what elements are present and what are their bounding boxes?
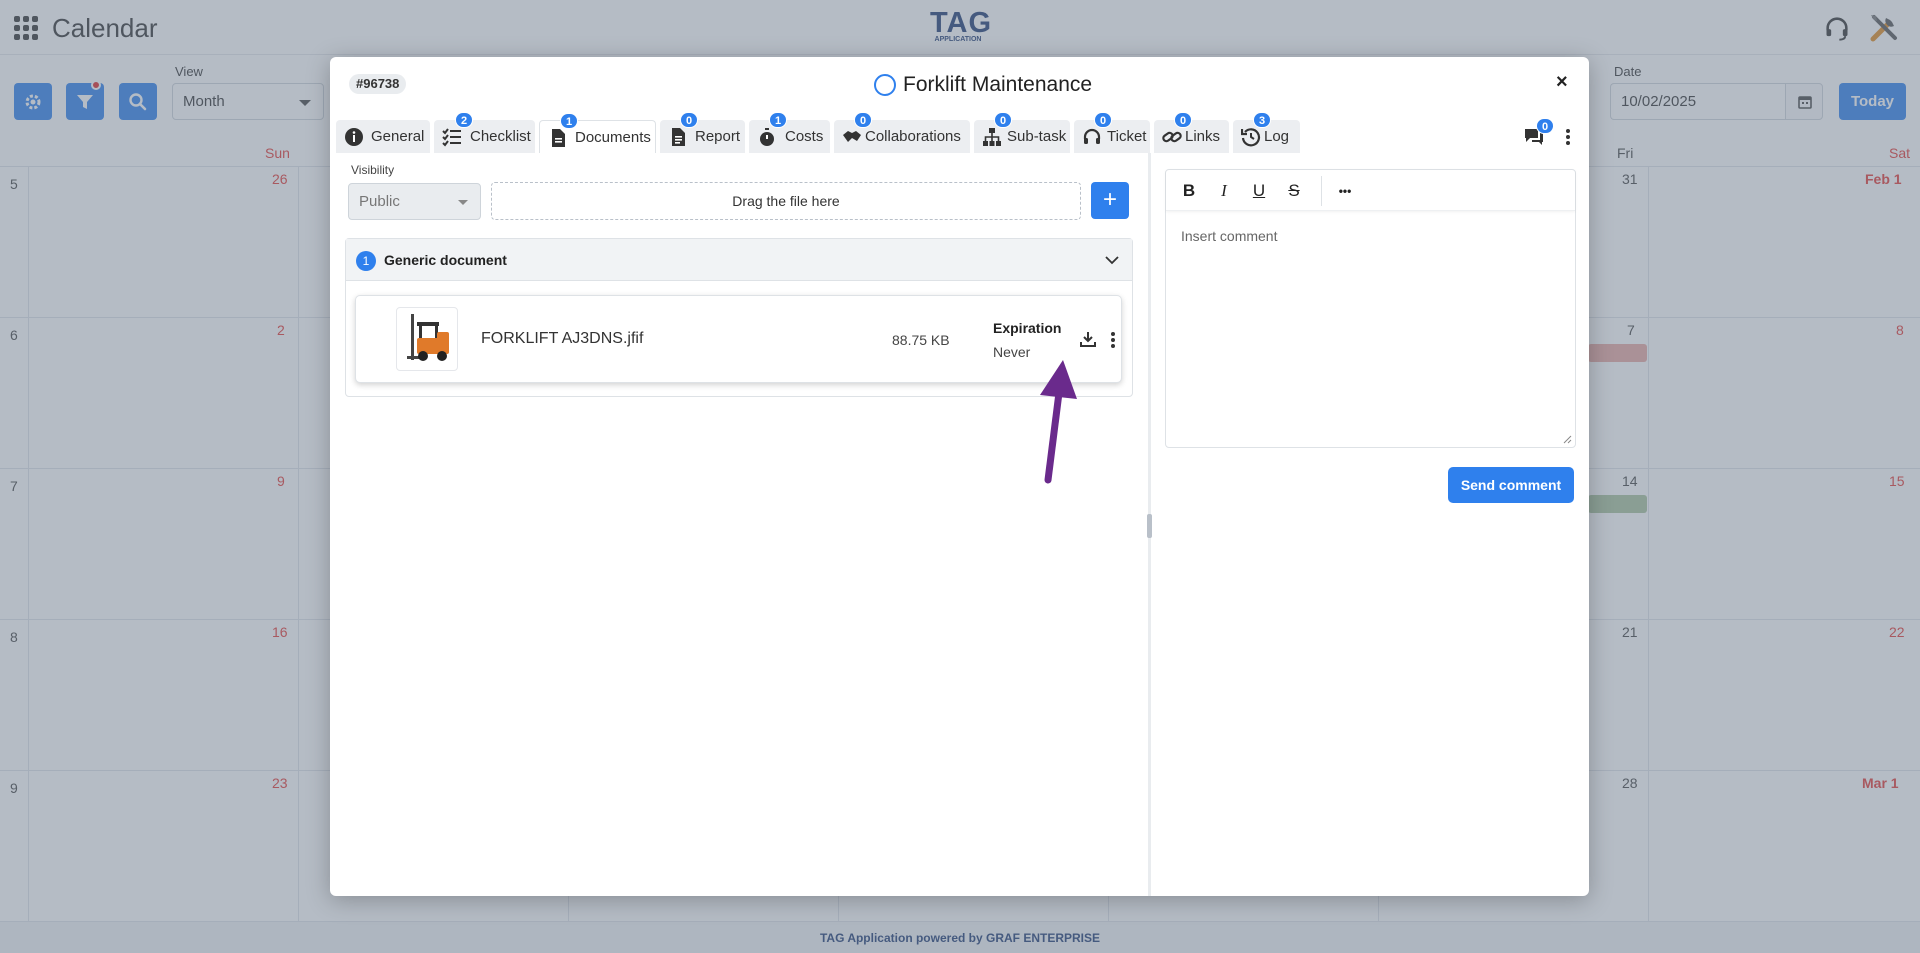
file-more-options-icon[interactable] — [1111, 332, 1115, 348]
expiration-value: Never — [993, 344, 1031, 360]
checklist-icon — [442, 128, 461, 147]
modal-more-options-icon[interactable] — [1566, 129, 1570, 145]
tab-label: Documents — [575, 129, 651, 146]
tab-general[interactable]: General — [336, 120, 430, 153]
send-comment-button[interactable]: Send comment — [1448, 467, 1574, 503]
italic-button[interactable]: I — [1213, 180, 1235, 202]
handshake-icon — [843, 131, 861, 142]
tab-label: Report — [695, 128, 741, 145]
tab-label: Checklist — [470, 128, 531, 145]
comments-count-badge: 0 — [1536, 118, 1554, 134]
close-button[interactable]: × — [1556, 71, 1568, 94]
tab-badge: 1 — [769, 112, 787, 128]
expiration-label: Expiration — [993, 320, 1062, 336]
document-group-header[interactable]: 1 Generic document — [346, 239, 1132, 281]
file-size: 88.75 KB — [892, 332, 950, 348]
history-icon — [1241, 128, 1261, 147]
tab-badge: 1 — [560, 113, 578, 129]
strikethrough-button[interactable]: S — [1283, 180, 1305, 202]
resize-grip-icon[interactable] — [1563, 435, 1572, 444]
group-title: Generic document — [384, 252, 507, 268]
tab-label: Sub-task — [1007, 128, 1067, 145]
ticket-id-badge: #96738 — [349, 74, 407, 94]
tab-links[interactable]: 0 Links — [1154, 112, 1229, 153]
tab-label: Costs — [785, 128, 824, 145]
pane-resize-handle[interactable] — [1147, 514, 1152, 538]
group-count-badge: 1 — [356, 251, 376, 271]
tab-label: Collaborations — [865, 128, 961, 145]
file-name[interactable]: FORKLIFT AJ3DNS.jfif — [481, 330, 643, 348]
file-dropzone[interactable]: Drag the file here — [491, 182, 1081, 220]
tab-log[interactable]: 3 Log — [1233, 112, 1300, 153]
tab-badge: 0 — [854, 112, 872, 128]
modal-title: Forklift Maintenance — [903, 73, 1093, 96]
tab-badge: 0 — [1174, 112, 1192, 128]
file-card: FORKLIFT AJ3DNS.jfif 88.75 KB Expiration… — [355, 295, 1122, 383]
add-document-button[interactable]: + — [1091, 182, 1129, 219]
tab-checklist[interactable]: 2 Checklist — [434, 112, 535, 153]
tab-label: Links — [1185, 128, 1221, 145]
visibility-select[interactable]: Public — [348, 183, 481, 220]
tab-documents[interactable]: 1 Documents — [539, 113, 656, 153]
tab-badge: 0 — [680, 112, 698, 128]
more-formatting-button[interactable]: ••• — [1330, 180, 1360, 202]
sitemap-icon — [983, 128, 1001, 146]
caret-down-icon — [458, 200, 468, 205]
stopwatch-icon — [760, 128, 774, 146]
editor-toolbar: B I U S ••• — [1166, 170, 1575, 211]
headset-icon — [1083, 128, 1101, 144]
tab-label: Log — [1264, 128, 1290, 145]
tab-costs[interactable]: 1 Costs — [749, 112, 830, 153]
chevron-down-icon[interactable] — [1105, 253, 1119, 267]
bold-button[interactable]: B — [1178, 180, 1200, 202]
task-modal: #96738 Forklift Maintenance × General 2 … — [330, 57, 1589, 896]
tab-badge: 2 — [455, 112, 473, 128]
comment-input[interactable]: Insert comment — [1181, 228, 1277, 244]
tab-collaborations[interactable]: 0 Collaborations — [834, 112, 970, 153]
tab-badge: 3 — [1253, 112, 1271, 128]
tab-label: Ticket — [1107, 128, 1147, 145]
tab-badge: 0 — [994, 112, 1012, 128]
info-icon — [345, 128, 363, 146]
tab-badge: 0 — [1094, 112, 1112, 128]
visibility-label: Visibility — [351, 163, 395, 177]
tab-label: General — [371, 128, 425, 145]
tab-report[interactable]: 0 Report — [660, 112, 745, 153]
report-icon — [672, 128, 685, 146]
annotation-arrow-icon — [1040, 360, 1077, 484]
status-circle-icon[interactable] — [874, 74, 896, 96]
file-thumbnail[interactable] — [396, 307, 458, 371]
comment-editor: B I U S ••• Insert comment — [1165, 169, 1576, 448]
visibility-select-value: Public — [359, 193, 400, 210]
document-icon — [552, 129, 565, 147]
tab-ticket[interactable]: 0 Ticket — [1074, 112, 1150, 153]
link-icon — [1162, 131, 1182, 143]
download-icon[interactable] — [1079, 330, 1097, 348]
tab-sub-task[interactable]: 0 Sub-task — [974, 112, 1070, 153]
underline-button[interactable]: U — [1248, 180, 1270, 202]
forklift-image — [407, 314, 449, 361]
